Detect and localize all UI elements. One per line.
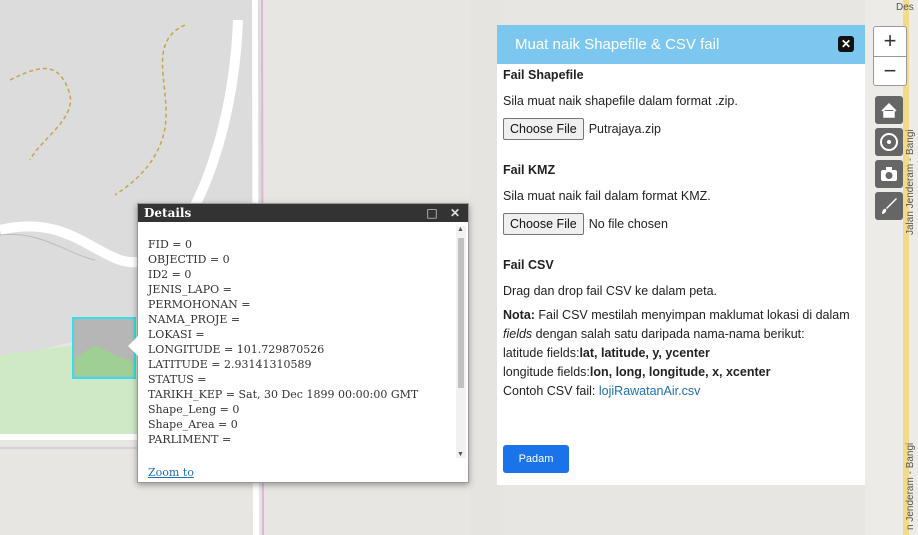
kmz-choose-button[interactable]: Choose File — [503, 213, 584, 235]
attribute-row: Shape_Area = 0 — [148, 418, 238, 431]
zoom-in-button[interactable]: + — [874, 27, 906, 56]
attribute-row: ID2 = 0 — [148, 268, 192, 281]
shapefile-choose-button[interactable]: Choose File — [503, 118, 584, 140]
popup-pointer — [128, 336, 138, 356]
popup-title-bar: Details □ ✕ — [138, 204, 468, 222]
zoom-out-button[interactable]: − — [874, 56, 906, 86]
kmz-heading: Fail KMZ — [503, 163, 556, 177]
road-label-2: n Jenderam - Bangi — [905, 443, 916, 530]
upload-panel: Muat naik Shapefile & CSV fail ✕ Fail Sh… — [497, 25, 865, 485]
csv-note: Nota: Fail CSV mestilah menyimpan maklum… — [503, 306, 859, 401]
panel-header: Muat naik Shapefile & CSV fail ✕ — [497, 25, 865, 64]
popup-attributes: FID = 0 OBJECTID = 0 ID2 = 0 JENIS_LAPO … — [138, 223, 456, 482]
note-text-2: dengan salah satu daripada nama-nama ber… — [532, 327, 805, 341]
scroll-down-icon[interactable]: ▼ — [457, 451, 464, 458]
note-text: Fail CSV mestilah menyimpan maklumat lok… — [534, 308, 850, 322]
attribute-row: STATUS = — [148, 373, 207, 386]
attribute-row: LONGITUDE = 101.729870526 — [148, 343, 325, 356]
kmz-description: Sila muat naik fail dalam format KMZ. — [503, 189, 711, 203]
attribute-row: NAMA_PROJE = — [148, 313, 241, 326]
example-csv-link[interactable]: lojiRawatanAir.csv — [599, 384, 700, 398]
close-icon[interactable]: ✕ — [838, 36, 854, 52]
home-button[interactable] — [875, 96, 903, 124]
lon-fields-label: longitude fields: — [503, 365, 590, 379]
locate-button[interactable] — [875, 128, 903, 156]
camera-icon — [881, 167, 897, 181]
attribute-row: Shape_Leng = 0 — [148, 403, 240, 416]
attribute-row: PERMOHONAN = — [148, 298, 251, 311]
screenshot-button[interactable] — [875, 160, 903, 188]
attribute-row: LATITUDE = 2.93141310589 — [148, 358, 312, 371]
attribute-row: LOKASI = — [148, 328, 205, 341]
brush-icon — [882, 198, 897, 214]
map-place-label: Des — [896, 2, 914, 13]
attribute-row: OBJECTID = 0 — [148, 253, 230, 266]
popup-title: Details — [144, 206, 192, 220]
note-label: Nota: — [503, 308, 535, 322]
note-fields: fields — [503, 327, 533, 341]
draw-button[interactable] — [875, 192, 903, 220]
lon-fields-values: lon, long, longitude, x, xcenter — [589, 365, 771, 379]
example-label: Contoh CSV fail: — [503, 384, 599, 398]
zoom-to-link[interactable]: Zoom to — [148, 466, 194, 479]
attribute-row: PARLIMENT = — [148, 433, 232, 446]
road-label: Jalan Jenderam - Bangi — [905, 129, 916, 235]
zoom-control: + − — [873, 26, 907, 86]
details-popup: Details □ ✕ FID = 0 OBJECTID = 0 ID2 = 0… — [128, 203, 469, 483]
shapefile-heading: Fail Shapefile — [503, 68, 584, 82]
lat-fields-values: lat, latitude, y, ycenter — [579, 346, 710, 360]
csv-heading: Fail CSV — [503, 258, 554, 272]
panel-title: Muat naik Shapefile & CSV fail — [515, 36, 720, 53]
attribute-row: FID = 0 — [148, 238, 193, 251]
attribute-row: JENIS_LAPO = — [148, 283, 232, 296]
delete-button[interactable]: Padam — [503, 445, 569, 473]
shapefile-description: Sila muat naik shapefile dalam format .z… — [503, 94, 738, 108]
home-icon — [881, 102, 897, 118]
popup-scrollbar[interactable]: ▲ ▼ — [456, 226, 466, 458]
attribute-row: TARIKH_KEP = Sat, 30 Dec 1899 00:00:00 G… — [148, 388, 419, 401]
kmz-file-name: No file chosen — [588, 217, 668, 231]
csv-description: Drag dan drop fail CSV ke dalam peta. — [503, 284, 718, 298]
lat-fields-label: latitude fields: — [503, 346, 580, 360]
popup-window-controls[interactable]: □ ✕ — [426, 204, 464, 222]
shapefile-name: Putrajaya.zip — [588, 122, 661, 136]
locate-icon — [880, 133, 898, 151]
scroll-thumb[interactable] — [458, 238, 464, 388]
scroll-up-icon[interactable]: ▲ — [457, 226, 464, 233]
